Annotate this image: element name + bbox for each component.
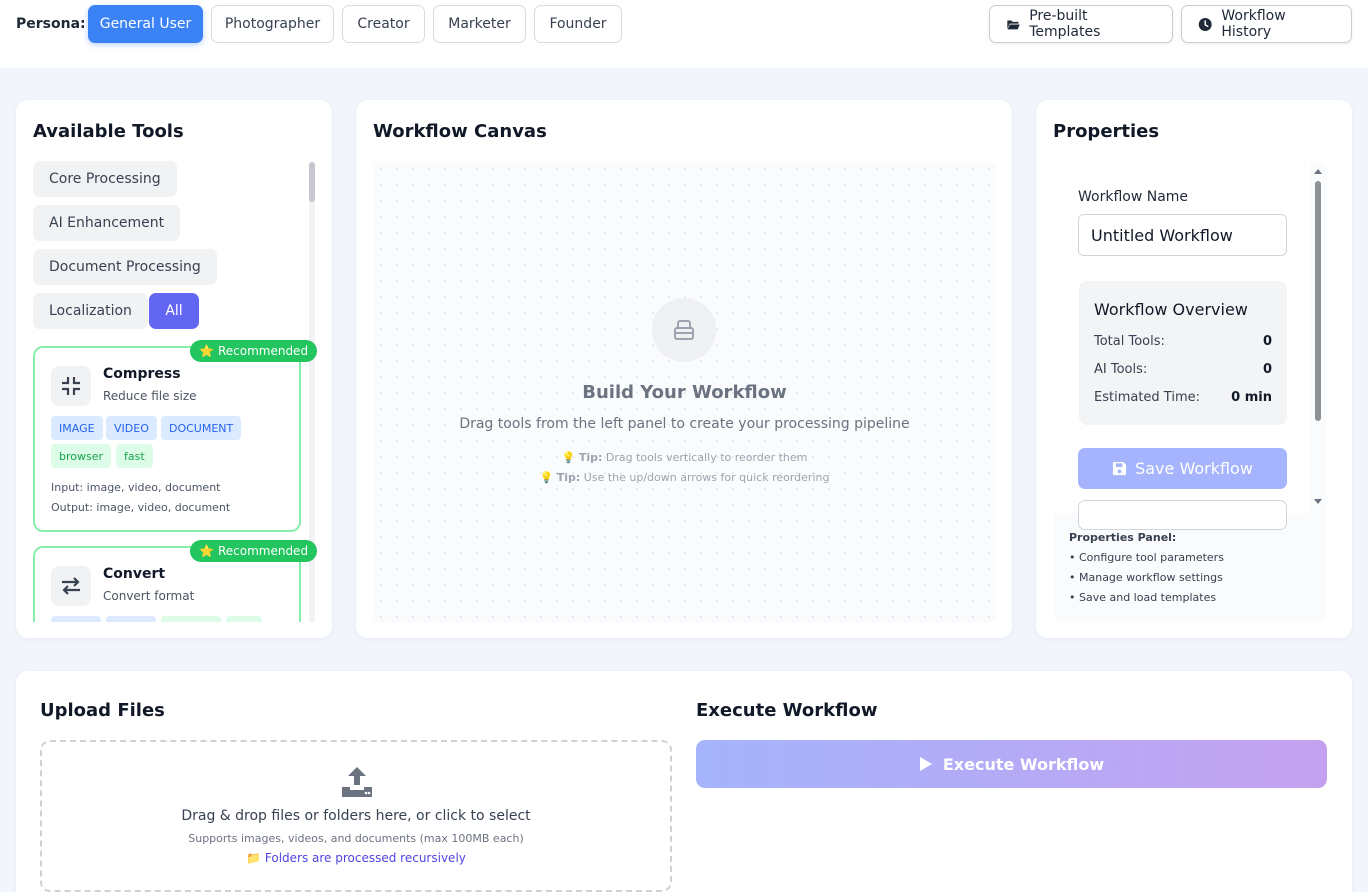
canvas-tip: 💡 Tip: Use the up/down arrows for quick …	[539, 471, 830, 484]
execute-workflow-title: Execute Workflow	[696, 700, 878, 721]
overview-estimated-time: Estimated Time: 0 min	[1094, 390, 1272, 405]
tag-placeholder	[106, 616, 156, 622]
persona-creator[interactable]: Creator	[342, 5, 425, 43]
scroll-up-arrow[interactable]	[1314, 169, 1322, 174]
persona-marketer[interactable]: Marketer	[433, 5, 526, 43]
overview-title: Workflow Overview	[1094, 300, 1248, 319]
convert-icon	[51, 566, 91, 606]
workflow-canvas-dropzone[interactable]: Build Your Workflow Drag tools from the …	[373, 161, 996, 623]
properties-panel: Properties Workflow Name Workflow Overvi…	[1036, 100, 1352, 638]
workflow-history-button[interactable]: Workflow History	[1181, 5, 1352, 43]
category-localization[interactable]: Localization	[33, 293, 148, 329]
save-icon	[1113, 461, 1127, 476]
scroll-down-arrow[interactable]	[1314, 499, 1322, 504]
canvas-panel-title: Workflow Canvas	[373, 121, 547, 142]
recommended-label: Recommended	[217, 544, 309, 558]
tool-input: Input: image, video, document	[51, 481, 221, 494]
properties-scroll-area: Workflow Name Workflow Overview Total To…	[1053, 161, 1311, 530]
dropzone-folder-note: 📁 Folders are processed recursively	[246, 851, 466, 865]
persona-founder[interactable]: Founder	[534, 5, 622, 43]
workflow-name-input[interactable]	[1078, 214, 1287, 256]
dropzone-main-text: Drag & drop files or folders here, or cl…	[181, 808, 531, 824]
properties-help-heading: Properties Panel:	[1069, 531, 1177, 544]
star-icon: ⭐	[199, 544, 214, 558]
properties-scrollbar[interactable]	[1314, 169, 1322, 509]
properties-panel-title: Properties	[1053, 121, 1160, 142]
category-all[interactable]: All	[149, 293, 199, 329]
clock-icon	[1198, 17, 1212, 31]
tag-placeholder	[51, 616, 101, 622]
tag-placeholder	[226, 616, 262, 622]
persona-general-user[interactable]: General User	[88, 5, 203, 43]
prebuilt-templates-button[interactable]: Pre-built Templates	[989, 5, 1173, 43]
canvas-panel: Workflow Canvas Build Your Workflow Drag…	[356, 100, 1012, 638]
tool-output: Output: image, video, document	[51, 501, 231, 514]
properties-help-item: • Manage workflow settings	[1069, 571, 1223, 584]
save-workflow-button[interactable]: Save Workflow	[1078, 448, 1287, 489]
upload-icon	[342, 767, 372, 797]
save-workflow-label: Save Workflow	[1135, 459, 1253, 478]
canvas-empty-subtitle: Drag tools from the left panel to create…	[459, 416, 910, 432]
workflow-history-label: Workflow History	[1221, 8, 1286, 40]
properties-help: Properties Panel: • Configure tool param…	[1069, 528, 1224, 608]
tag-fast: fast	[116, 444, 153, 468]
execute-workflow-label: Execute Workflow	[942, 754, 1105, 774]
recommended-label: Recommended	[217, 344, 309, 358]
tip-text: Drag tools vertically to reorder them	[605, 451, 808, 464]
play-icon	[919, 757, 932, 771]
category-core-processing[interactable]: Core Processing	[33, 161, 177, 197]
top-bar: Persona: General User Photographer Creat…	[0, 0, 1368, 68]
properties-help-item: • Save and load templates	[1069, 591, 1217, 604]
file-dropzone[interactable]: Drag & drop files or folders here, or cl…	[40, 740, 672, 892]
persona-label: Persona:	[16, 16, 86, 32]
tag-placeholder	[161, 616, 221, 622]
bottom-panel: Upload Files Drag & drop files or folder…	[16, 671, 1352, 892]
tag-video: VIDEO	[106, 416, 157, 440]
recommended-badge: ⭐ Recommended	[190, 540, 318, 562]
workflow-overview: Workflow Overview Total Tools: 0 AI Tools…	[1079, 281, 1287, 425]
canvas-empty-title: Build Your Workflow	[582, 382, 787, 403]
tool-name: Convert	[103, 566, 166, 582]
tool-description: Convert format	[103, 589, 195, 603]
overview-total-tools: Total Tools: 0	[1094, 334, 1272, 349]
star-icon: ⭐	[199, 344, 214, 358]
recommended-badge: ⭐ Recommended	[190, 340, 318, 362]
dropzone-sub-text: Supports images, videos, and documents (…	[188, 832, 524, 845]
persona-photographer[interactable]: Photographer	[211, 5, 334, 43]
tool-name: Compress	[103, 366, 181, 382]
tool-card-compress[interactable]: Compress Reduce file size IMAGE VIDEO DO…	[33, 346, 301, 532]
tag-document: DOCUMENT	[161, 416, 242, 440]
tip-label: Tip:	[556, 471, 581, 484]
upload-files-title: Upload Files	[40, 700, 165, 721]
tag-browser: browser	[51, 444, 112, 468]
category-ai-enhancement[interactable]: AI Enhancement	[33, 205, 181, 241]
overview-ai-tools: AI Tools: 0	[1094, 362, 1272, 377]
tool-description: Reduce file size	[103, 389, 197, 403]
properties-help-item: • Configure tool parameters	[1069, 551, 1224, 564]
tip-text: Use the up/down arrows for quick reorder…	[583, 471, 830, 484]
prebuilt-templates-label: Pre-built Templates	[1029, 8, 1101, 40]
tag-image: IMAGE	[51, 416, 103, 440]
properties-content: Workflow Name Workflow Overview Total To…	[1053, 161, 1327, 621]
tip-label: Tip:	[578, 451, 603, 464]
tools-list: Compress Reduce file size IMAGE VIDEO DO…	[33, 344, 303, 622]
tools-panel-title: Available Tools	[33, 121, 184, 142]
inbox-icon	[652, 298, 716, 362]
tools-scrollbar-thumb[interactable]	[309, 162, 315, 202]
properties-scrollbar-thumb[interactable]	[1315, 181, 1321, 421]
compress-icon	[51, 366, 91, 406]
secondary-button[interactable]	[1078, 500, 1287, 530]
canvas-tip: 💡 Tip: Drag tools vertically to reorder …	[561, 451, 808, 464]
execute-workflow-button[interactable]: Execute Workflow	[696, 740, 1327, 788]
category-document-processing[interactable]: Document Processing	[33, 249, 217, 285]
workflow-name-label: Workflow Name	[1078, 189, 1189, 205]
folder-open-icon	[1006, 20, 1020, 29]
tools-panel: Available Tools Core Processing AI Enhan…	[16, 100, 332, 638]
